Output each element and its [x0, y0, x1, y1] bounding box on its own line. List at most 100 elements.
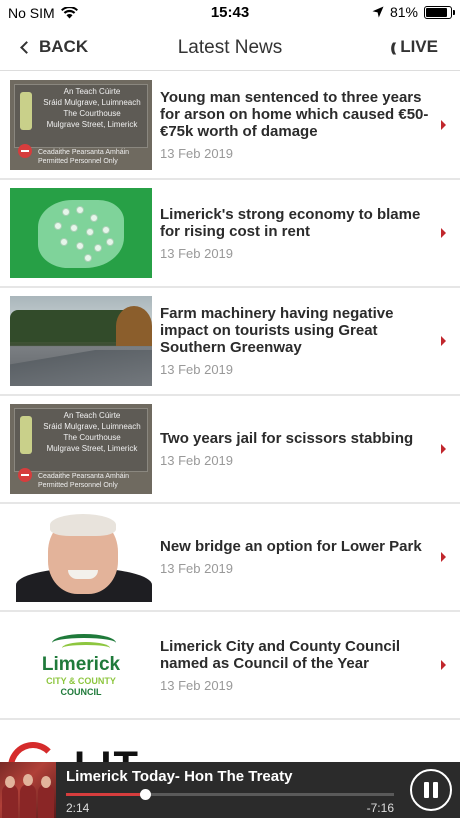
sign-line: The Courthouse — [63, 433, 121, 442]
news-text: Two years jail for scissors stabbing 13 … — [160, 396, 430, 502]
now-playing-artwork — [0, 762, 56, 818]
no-entry-icon — [18, 144, 32, 158]
map-marker — [76, 206, 84, 214]
logo-line: CITY & COUNTY — [46, 676, 116, 686]
audio-player: Limerick Today- Hon The Treaty 2:14 -7:1… — [0, 762, 460, 818]
news-item[interactable]: New bridge an option for Lower Park 13 F… — [0, 504, 460, 612]
news-date: 13 Feb 2019 — [160, 245, 234, 261]
logo-line: COUNCIL — [60, 687, 102, 697]
map-marker — [70, 224, 78, 232]
progress-fill — [66, 793, 145, 796]
news-item[interactable]: An Teach Cúirte Sráid Mulgrave, Luimneac… — [0, 72, 460, 180]
battery-fill — [426, 7, 448, 17]
partial-news-item[interactable]: LIT — [0, 724, 460, 764]
news-date: 13 Feb 2019 — [160, 561, 234, 576]
news-date: 13 Feb 2019 — [160, 146, 234, 161]
harp-emblem — [20, 92, 32, 130]
map-marker — [90, 214, 98, 222]
map-marker — [54, 222, 62, 230]
news-text: Young man sentenced to three years for a… — [160, 72, 430, 178]
road-surface — [10, 350, 152, 386]
news-text: New bridge an option for Lower Park 13 F… — [160, 504, 430, 610]
broadcast-icon: (( — [390, 39, 396, 55]
sign-lower-line: Ceadaithe Pearsanta Amháin — [38, 473, 130, 480]
chevron-right-icon — [441, 228, 446, 238]
news-date: 13 Feb 2019 — [160, 677, 234, 693]
lit-logo-text: LIT — [74, 744, 140, 764]
sign-line: An Teach Cúirte — [63, 87, 121, 96]
battery-percent: 81% — [389, 4, 418, 20]
figure-head — [23, 774, 33, 786]
map-marker — [60, 238, 68, 246]
sign-lower-text: Ceadaithe Pearsanta Amháin Permitted Per… — [38, 472, 148, 490]
battery-icon — [424, 5, 455, 19]
live-button[interactable]: (( LIVE — [391, 37, 438, 57]
news-title: New bridge an option for Lower Park — [160, 538, 422, 555]
chevron-right-icon — [441, 444, 446, 454]
figure — [38, 784, 54, 818]
figure-head — [41, 776, 51, 788]
progress-slider[interactable] — [66, 789, 394, 800]
hair — [50, 514, 116, 536]
news-text: Limerick's strong economy to blame for r… — [160, 180, 430, 286]
remaining-time: -7:16 — [366, 801, 394, 815]
map-marker — [102, 226, 110, 234]
news-date: 13 Feb 2019 — [160, 362, 234, 377]
sign-line: The Courthouse — [63, 109, 121, 118]
harp-emblem — [20, 416, 32, 454]
courthouse-sign-image: An Teach Cúirte Sráid Mulgrave, Luimneac… — [10, 80, 152, 170]
map-marker — [76, 242, 84, 250]
news-title: Young man sentenced to three years for a… — [160, 89, 429, 140]
news-date: 13 Feb 2019 — [160, 453, 234, 468]
map-marker — [94, 244, 102, 252]
news-title: Two years jail for scissors stabbing — [160, 430, 414, 447]
sign-line: Mulgrave Street, Limerick — [46, 120, 138, 129]
sign-lower-line: Permitted Personnel Only — [38, 158, 118, 165]
status-right: 81% — [372, 4, 455, 20]
chevron-right-icon — [441, 552, 446, 562]
smile — [68, 570, 98, 579]
map-marker — [106, 238, 114, 246]
sign-text: An Teach Cúirte Sráid Mulgrave, Luimneac… — [38, 410, 146, 454]
ireland-map-image — [10, 188, 152, 278]
figure-head — [5, 776, 15, 788]
logo-line: Limerick — [41, 654, 121, 675]
figure — [2, 784, 18, 818]
now-playing-title: Limerick Today- Hon The Treaty — [66, 768, 293, 785]
news-item[interactable]: Farm machinery having negative impact on… — [0, 288, 460, 396]
news-item[interactable]: An Teach Cúirte Sráid Mulgrave, Luimneac… — [0, 396, 460, 504]
news-text: Farm machinery having negative impact on… — [160, 288, 430, 394]
sign-line: Mulgrave Street, Limerick — [46, 444, 138, 453]
logo-swoosh — [62, 642, 110, 654]
sign-lower-line: Permitted Personnel Only — [38, 482, 118, 489]
autumn-tree — [116, 306, 152, 346]
news-title: Limerick City and County Council named a… — [160, 637, 401, 672]
sign-line: Sráid Mulgrave, Luimneach — [43, 98, 141, 107]
pause-button[interactable] — [410, 769, 452, 811]
map-marker — [86, 228, 94, 236]
news-list: An Teach Cúirte Sráid Mulgrave, Luimneac… — [0, 72, 460, 720]
news-item[interactable]: Limerick CITY & COUNTY COUNCIL Limerick … — [0, 612, 460, 720]
portrait-image — [10, 512, 152, 602]
sign-line: An Teach Cúirte — [63, 411, 121, 420]
sign-lower-line: Ceadaithe Pearsanta Amháin — [38, 149, 130, 156]
news-title: Limerick's strong economy to blame for r… — [160, 205, 421, 240]
council-logo-image: Limerick CITY & COUNTY COUNCIL — [10, 620, 152, 710]
news-item[interactable]: Limerick's strong economy to blame for r… — [0, 180, 460, 288]
lit-logo-ring — [8, 742, 58, 764]
sign-line: Sráid Mulgrave, Luimneach — [43, 422, 141, 431]
elapsed-time: 2:14 — [66, 801, 90, 815]
map-marker — [62, 208, 70, 216]
chevron-right-icon — [441, 336, 446, 346]
live-label: LIVE — [400, 37, 438, 56]
chevron-right-icon — [441, 660, 446, 670]
no-entry-icon — [18, 468, 32, 482]
status-bar: No SIM 15:43 81% — [0, 0, 460, 26]
nav-bar: BACK Latest News (( LIVE — [0, 26, 460, 71]
courthouse-sign-image: An Teach Cúirte Sráid Mulgrave, Luimneac… — [10, 404, 152, 494]
map-marker — [84, 254, 92, 262]
progress-knob[interactable] — [139, 789, 151, 800]
news-title: Farm machinery having negative impact on… — [160, 305, 394, 356]
news-text: Limerick City and County Council named a… — [160, 612, 430, 718]
location-arrow-icon — [372, 6, 384, 18]
